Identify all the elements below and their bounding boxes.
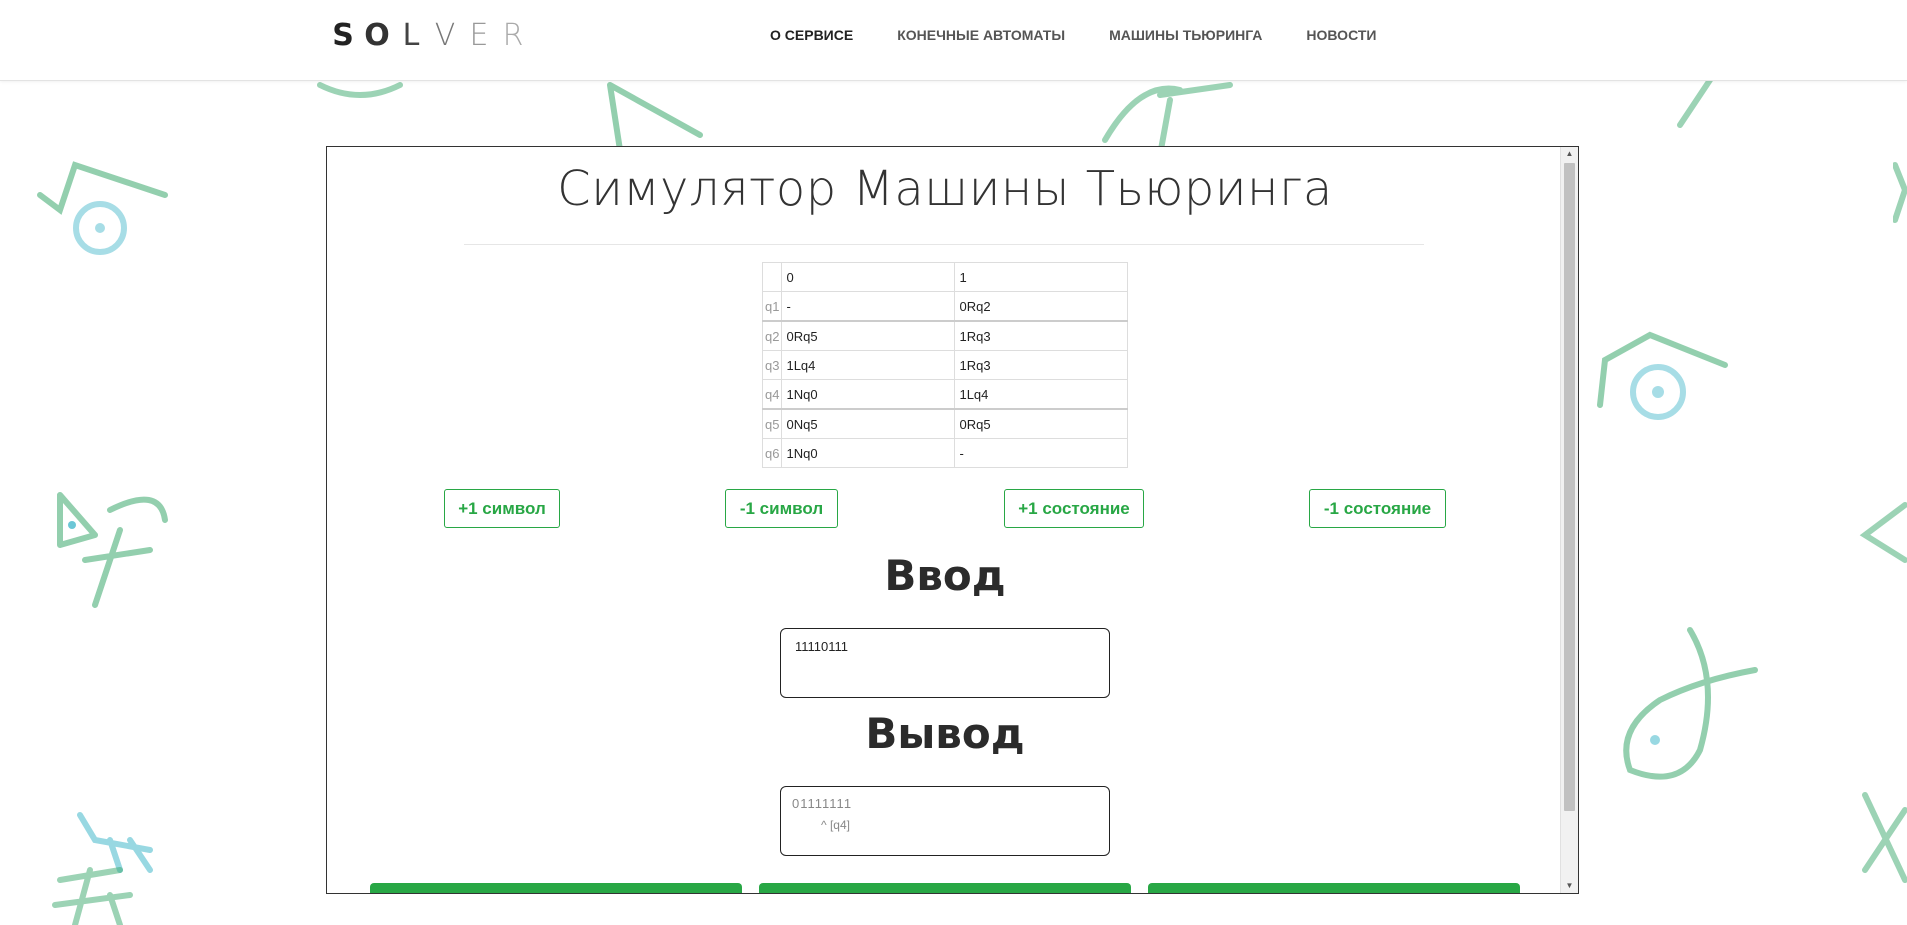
tape-input[interactable] [793, 638, 1097, 655]
table-corner-cell [761, 262, 783, 292]
transition-cell[interactable]: 1Lq4 [954, 379, 1129, 410]
nav-news[interactable]: НОВОСТИ [1306, 27, 1376, 43]
nav-finite-automata[interactable]: КОНЕЧНЫЕ АВТОМАТЫ [897, 27, 1065, 43]
table-row: q1 - 0Rq2 [761, 291, 1129, 322]
vertical-scrollbar[interactable]: ▲ ▼ [1560, 147, 1578, 893]
logo-letter: L [402, 18, 420, 53]
action-button[interactable] [759, 883, 1131, 893]
action-button[interactable] [1148, 883, 1520, 893]
state-label: q3 [761, 350, 783, 380]
background-doodle-sqrt-eye-right [1590, 320, 1740, 440]
table-row: q2 0Rq5 1Rq3 [761, 320, 1129, 351]
state-label: q1 [761, 291, 783, 322]
transition-cell[interactable]: 0Nq5 [781, 408, 956, 439]
background-doodle-arc-top [300, 80, 420, 110]
state-label: q6 [761, 438, 783, 468]
output-heading: Вывод [865, 709, 1025, 758]
nav-about[interactable]: О СЕРВИСЕ [770, 27, 853, 43]
logo-letter: E [469, 18, 489, 53]
table-row: q3 1Lq4 1Rq3 [761, 350, 1129, 380]
simulator-frame: Симулятор Машины Тьюринга 0 1 q1 - 0Rq2 … [326, 146, 1579, 894]
background-doodle-angle-right [1855, 500, 1907, 570]
output-box: 01111111 ^ [q4] [780, 786, 1110, 856]
state-label: q5 [761, 408, 783, 439]
symbol-header-cell[interactable]: 1 [954, 262, 1129, 292]
symbol-header-cell[interactable]: 0 [781, 262, 956, 292]
table-header-row: 0 1 [761, 262, 1129, 292]
remove-symbol-button[interactable]: -1 символ [725, 489, 838, 528]
logo-letter: O [364, 18, 390, 53]
state-label: q4 [761, 379, 783, 410]
background-doodle-eyelash-left [50, 810, 170, 925]
transition-cell[interactable]: 1Nq0 [781, 438, 956, 468]
transition-cell[interactable]: - [954, 438, 1129, 468]
table-row: q4 1Nq0 1Lq4 [761, 379, 1129, 410]
background-doodle-bracket-right [1893, 160, 1907, 230]
transition-table: 0 1 q1 - 0Rq2 q2 0Rq5 1Rq3 q3 1Lq4 1Rq3 … [761, 262, 1129, 468]
transition-cell[interactable]: - [781, 291, 956, 322]
logo-letter: R [502, 18, 524, 53]
scroll-down-arrow-icon[interactable]: ▼ [1561, 879, 1578, 893]
title-divider [464, 244, 1424, 245]
output-tape: 01111111 [792, 796, 853, 811]
logo-letter: S [332, 18, 354, 53]
transition-cell[interactable]: 0Rq5 [954, 408, 1129, 439]
head-position: ^ [q4] [821, 818, 850, 832]
top-navbar: S O L V E R О СЕРВИСЕ КОНЕЧНЫЕ АВТОМАТЫ … [0, 0, 1907, 81]
transition-cell[interactable]: 0Rq2 [954, 291, 1129, 322]
background-doodle-line-top-right [1670, 80, 1730, 130]
background-doodle-triangle-f-left [50, 490, 180, 610]
logo-letter: V [434, 18, 456, 53]
background-doodle-sqrt-eye-left [30, 150, 180, 270]
page-title: Симулятор Машины Тьюринга [557, 161, 1333, 217]
transition-cell[interactable]: 0Rq5 [781, 320, 956, 351]
action-button[interactable] [370, 883, 742, 893]
transition-cell[interactable]: 1Nq0 [781, 379, 956, 410]
solver-logo[interactable]: S O L V E R [326, 18, 530, 53]
transition-cell[interactable]: 1Lq4 [781, 350, 956, 380]
table-row: q5 0Nq5 0Rq5 [761, 408, 1129, 439]
background-doodle-x-right [1860, 790, 1907, 890]
main-nav: О СЕРВИСЕ КОНЕЧНЫЕ АВТОМАТЫ МАШИНЫ ТЬЮРИ… [770, 27, 1420, 43]
scrollbar-thumb[interactable] [1564, 163, 1575, 811]
add-state-button[interactable]: +1 состояние [1004, 489, 1144, 528]
input-box[interactable] [780, 628, 1110, 698]
input-heading: Ввод [884, 551, 1006, 600]
state-label: q2 [761, 320, 783, 351]
table-row: q6 1Nq0 - [761, 438, 1129, 468]
remove-state-button[interactable]: -1 состояние [1309, 489, 1446, 528]
nav-turing-machines[interactable]: МАШИНЫ ТЬЮРИНГА [1109, 27, 1262, 43]
transition-cell[interactable]: 1Rq3 [954, 350, 1129, 380]
add-symbol-button[interactable]: +1 символ [444, 489, 560, 528]
background-doodle-fish-right [1610, 620, 1760, 800]
transition-cell[interactable]: 1Rq3 [954, 320, 1129, 351]
scroll-up-arrow-icon[interactable]: ▲ [1561, 147, 1578, 161]
